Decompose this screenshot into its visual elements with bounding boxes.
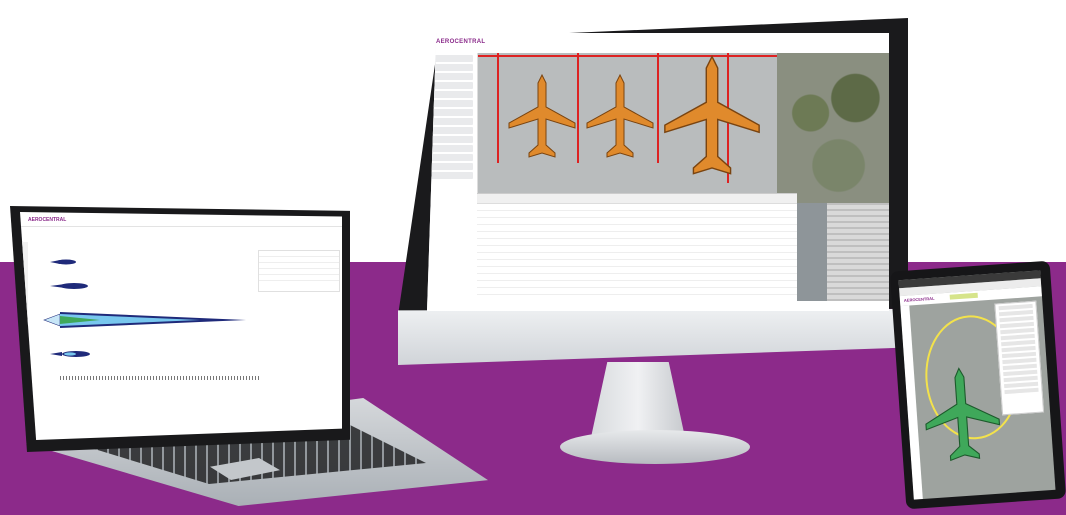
table-header (477, 194, 797, 204)
app-header: AEROCENTRAL (427, 33, 889, 54)
layer-sidebar (427, 53, 478, 311)
flight-table (477, 193, 797, 311)
table-row[interactable] (477, 204, 797, 211)
tree-area (777, 53, 889, 203)
scale-ruler (60, 376, 260, 380)
table-row[interactable] (477, 281, 797, 288)
aircraft-icon[interactable] (919, 363, 1006, 468)
table-row[interactable] (477, 246, 797, 253)
stand-line (497, 53, 499, 163)
building-roof (827, 203, 889, 311)
stand-line (577, 53, 579, 163)
table-row[interactable] (477, 239, 797, 246)
status-badge (949, 292, 978, 300)
table-row[interactable] (477, 267, 797, 274)
laptop-screen: AEROCENTRAL (20, 212, 342, 440)
aircraft-icon[interactable] (507, 73, 577, 163)
stand-line (657, 53, 659, 163)
table-row[interactable] (477, 232, 797, 239)
table-row[interactable] (477, 225, 797, 232)
monitor-screen: AEROCENTRAL (427, 33, 889, 311)
aircraft-icon[interactable] (585, 73, 655, 163)
table-row[interactable] (477, 218, 797, 225)
aircraft-icon (43, 259, 246, 357)
table-row[interactable] (477, 260, 797, 267)
table-row[interactable] (477, 288, 797, 295)
brand-logo: AEROCENTRAL (28, 217, 67, 223)
table-row[interactable] (477, 274, 797, 281)
table-row[interactable] (477, 211, 797, 218)
jet-blast-diagram (43, 259, 246, 357)
monitor-foot (560, 430, 750, 464)
aircraft-icon[interactable] (662, 53, 762, 183)
brand-logo: AEROCENTRAL (436, 39, 486, 45)
status-bar (797, 301, 889, 311)
table-row[interactable] (477, 253, 797, 260)
tablet-screen: AEROCENTRAL (898, 270, 1056, 500)
info-panel (258, 250, 340, 292)
dropdown-menu[interactable] (994, 300, 1045, 416)
brand-logo: AEROCENTRAL (903, 295, 935, 303)
